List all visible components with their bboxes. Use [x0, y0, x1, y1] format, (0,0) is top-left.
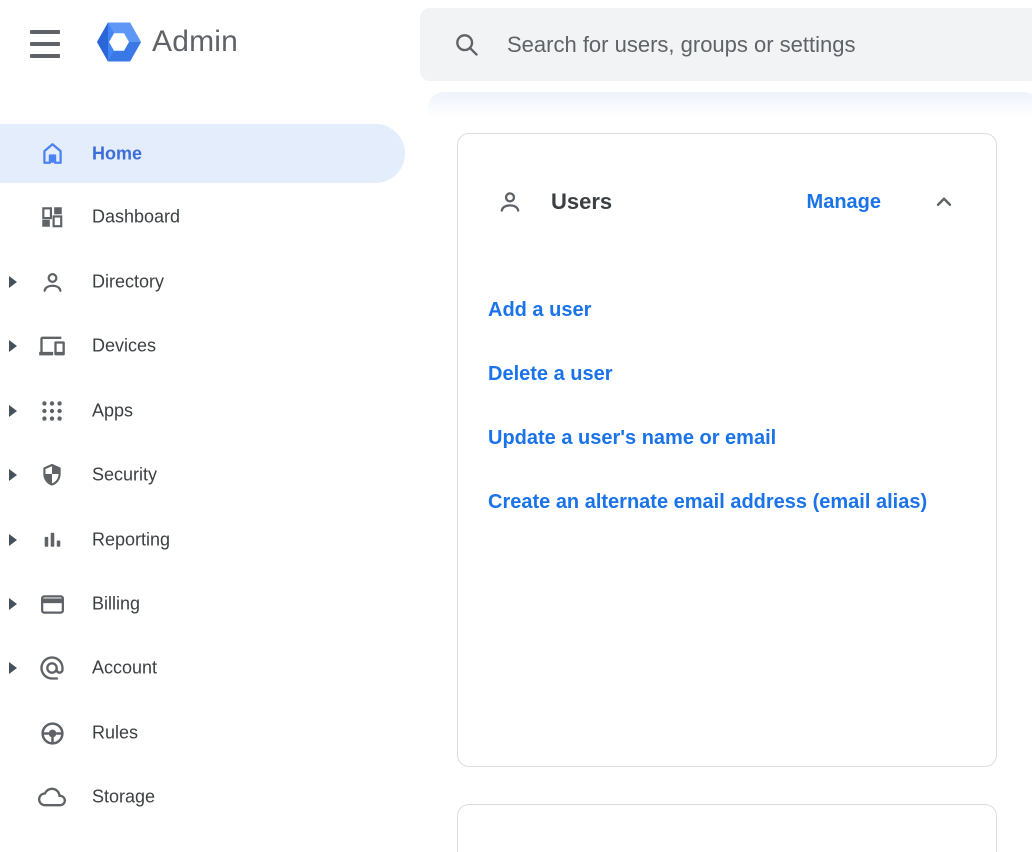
search-input[interactable]	[507, 32, 1020, 58]
sidebar-item-dashboard[interactable]: Dashboard	[0, 187, 405, 247]
apps-grid-icon	[38, 397, 66, 425]
search-icon	[453, 31, 481, 59]
sidebar-item-apps[interactable]: Apps	[0, 381, 405, 441]
cloud-icon	[38, 783, 66, 811]
expand-caret-icon[interactable]	[9, 534, 17, 546]
collapse-card-button[interactable]	[931, 189, 957, 215]
devices-icon	[38, 332, 66, 360]
manage-users-link[interactable]: Manage	[807, 191, 881, 214]
sidebar-item-storage[interactable]: Storage	[0, 767, 405, 827]
expand-caret-icon[interactable]	[9, 469, 17, 481]
expand-caret-icon[interactable]	[9, 276, 17, 288]
delete-user-link[interactable]: Delete a user	[488, 358, 938, 391]
sidebar: Home Dashboard Directory	[0, 0, 420, 852]
sidebar-item-security[interactable]: Security	[0, 445, 405, 505]
credit-card-icon	[38, 590, 66, 618]
expand-caret-icon[interactable]	[9, 662, 17, 674]
expand-caret-icon[interactable]	[9, 340, 17, 352]
users-card-header: Users Manage	[496, 187, 957, 217]
chevron-up-icon	[931, 189, 957, 215]
update-user-link[interactable]: Update a user's name or email	[488, 422, 938, 455]
person-icon	[38, 268, 66, 296]
sidebar-item-directory[interactable]: Directory	[0, 252, 405, 312]
sidebar-item-account[interactable]: Account	[0, 638, 405, 698]
expand-caret-icon[interactable]	[9, 405, 17, 417]
sidebar-item-devices[interactable]: Devices	[0, 316, 405, 376]
bar-chart-icon	[38, 526, 66, 554]
users-card: Users Manage Add a user Delete a user Up…	[457, 133, 997, 767]
sidebar-item-billing[interactable]: Billing	[0, 574, 405, 634]
sidebar-item-home[interactable]: Home	[0, 124, 405, 183]
content-scroll-fade	[428, 92, 1032, 118]
at-sign-icon	[38, 654, 66, 682]
dashboard-icon	[38, 203, 66, 231]
sidebar-item-rules[interactable]: Rules	[0, 703, 405, 763]
add-user-link[interactable]: Add a user	[488, 294, 938, 327]
users-person-icon	[496, 188, 524, 216]
next-card-partial	[457, 804, 997, 852]
sidebar-item-reporting[interactable]: Reporting	[0, 510, 405, 570]
users-quick-links: Add a user Delete a user Update a user's…	[488, 294, 938, 550]
shield-icon	[38, 461, 66, 489]
steering-wheel-icon	[38, 719, 66, 747]
home-icon	[38, 140, 66, 168]
search-bar[interactable]	[420, 8, 1032, 81]
expand-caret-icon[interactable]	[9, 598, 17, 610]
users-card-title: Users	[551, 189, 612, 215]
create-alias-link[interactable]: Create an alternate email address (email…	[488, 486, 938, 519]
